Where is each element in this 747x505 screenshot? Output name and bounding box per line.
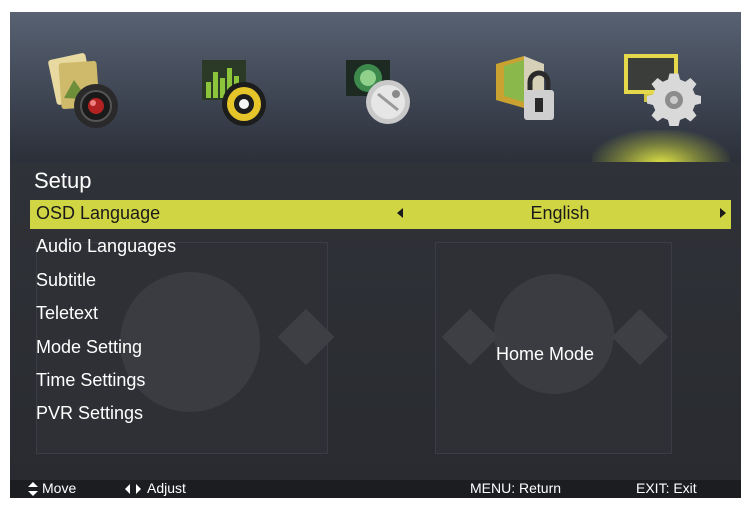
menu-item-osd-language[interactable]: OSD Language English (30, 200, 731, 229)
lock-icon (496, 56, 554, 120)
menu-item-label: Subtitle (36, 270, 97, 290)
footer-exit: EXIT: Exit (636, 480, 697, 496)
footer-bar: Move Adjust MENU: Return EXIT: Exit (10, 480, 741, 498)
footer-menu-return: MENU: Return (470, 480, 562, 496)
picture-icon (48, 53, 118, 128)
menu-item-audio-languages[interactable]: Audio Languages (30, 233, 731, 262)
up-down-arrow-icon (28, 482, 38, 496)
tab-lock[interactable] (488, 50, 572, 134)
arrow-right-icon[interactable] (720, 208, 726, 218)
menu-item-time-settings[interactable]: Time Settings (30, 367, 731, 396)
tab-channel[interactable] (338, 50, 422, 134)
menu-item-mode-setting[interactable]: Mode Setting (30, 334, 731, 363)
setup-icon (624, 54, 701, 126)
sound-icon (202, 60, 266, 126)
menu-item-teletext[interactable]: Teletext (30, 300, 731, 329)
menu-item-label: Mode Setting (36, 337, 143, 357)
tab-sound[interactable] (194, 50, 278, 134)
left-right-arrow-icon (125, 484, 141, 494)
menu-item-label: Time Settings (36, 370, 146, 390)
mode-setting-value: Home Mode (495, 344, 595, 364)
tab-setup[interactable] (622, 50, 706, 134)
tv-menu-screen: Setup OSD Language English Audio Languag… (10, 12, 741, 498)
page-title: Setup (34, 168, 92, 193)
osd-language-value: English (530, 203, 590, 223)
footer-move-label: Move (42, 480, 77, 496)
menu-item-subtitle[interactable]: Subtitle (30, 267, 731, 296)
menu-item-label: Audio Languages (36, 236, 177, 256)
tab-picture[interactable] (44, 50, 128, 134)
menu-item-label: PVR Settings (36, 403, 144, 423)
arrow-left-icon[interactable] (397, 208, 403, 218)
menu-item-label: OSD Language (36, 203, 161, 223)
footer-adjust-label: Adjust (147, 480, 186, 496)
channel-icon (346, 60, 410, 124)
menu-item-pvr-settings[interactable]: PVR Settings (30, 400, 731, 429)
menu-item-label: Teletext (36, 303, 99, 323)
active-tab-glow (592, 130, 730, 164)
